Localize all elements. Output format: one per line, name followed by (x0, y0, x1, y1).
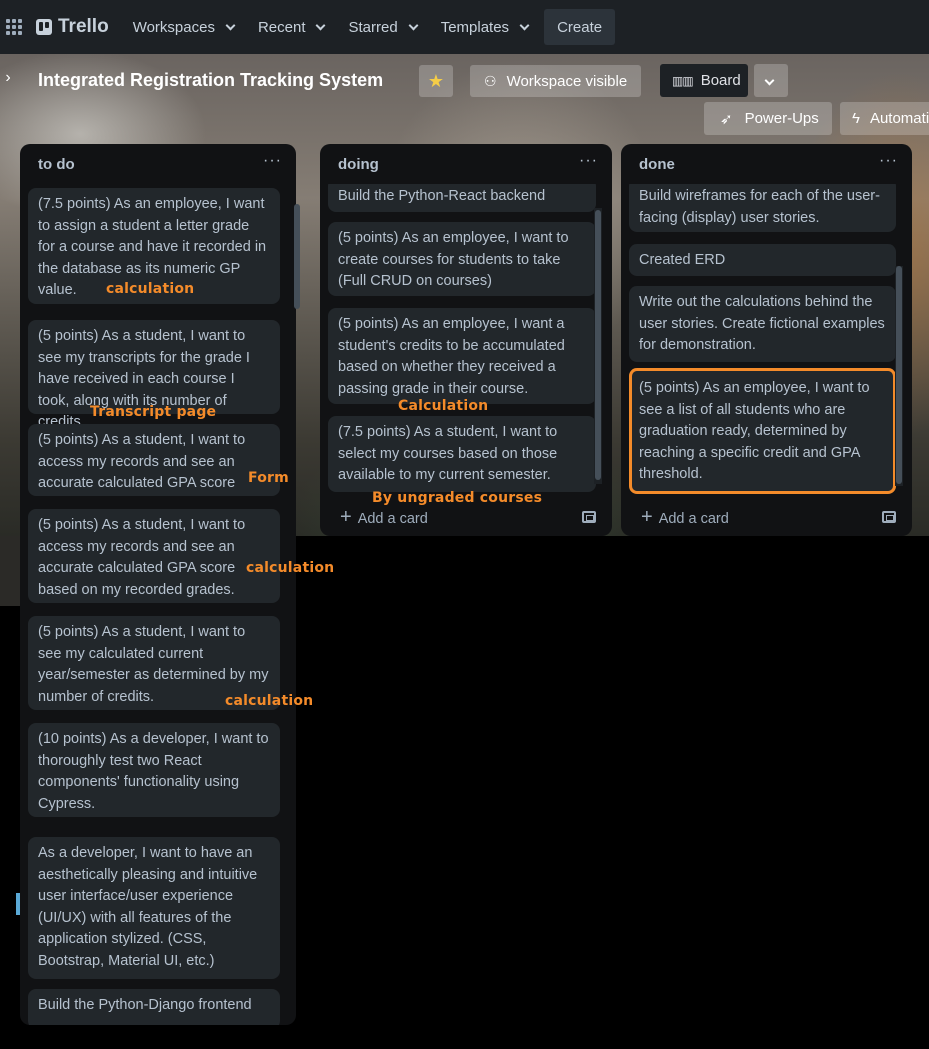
list-doing: doing ··· Build the Python-React backend… (320, 144, 612, 536)
card[interactable]: As a developer, I want to have an aesthe… (28, 837, 280, 979)
card[interactable]: (10 points) As a developer, I want to th… (28, 723, 280, 817)
logo-text: Trello (58, 16, 109, 37)
chevron-down-icon (519, 20, 530, 30)
lightning-icon: ϟ (852, 110, 860, 127)
annotation-calculation: calculation (106, 281, 195, 297)
card-highlighted[interactable]: (5 points) As an employee, I want to see… (629, 368, 896, 494)
card[interactable]: Build the Python-React backend (328, 184, 596, 212)
annotation-calculation: calculation (246, 560, 335, 576)
list-title[interactable]: to do (38, 156, 75, 173)
trello-logo-icon (36, 19, 52, 35)
annotation-transcript-page: Transcript page (90, 404, 217, 420)
create-button[interactable]: Create (544, 9, 616, 45)
annotation-form: Form (248, 470, 289, 486)
app-switcher-icon[interactable] (6, 19, 22, 35)
board-title[interactable]: Integrated Registration Tracking System (38, 70, 383, 91)
nav-starred[interactable]: Starred (336, 9, 428, 45)
rocket-icon: ➶ (720, 110, 733, 128)
card[interactable]: (7.5 points) As a student, I want to sel… (328, 416, 596, 492)
add-card-label: Add a card (357, 510, 428, 527)
card[interactable]: (5 points) As an employee, I want to cre… (328, 222, 596, 296)
card[interactable]: Build wireframes for each of the user-fa… (629, 184, 896, 232)
more-icon[interactable]: ··· (879, 152, 898, 170)
card[interactable]: (5 points) As a student, I want to acces… (28, 509, 280, 603)
view-switcher-button[interactable] (754, 64, 788, 97)
sidebar-expand-icon[interactable]: › (0, 64, 16, 94)
nav-workspaces[interactable]: Workspaces (121, 9, 246, 45)
card-template-icon[interactable] (582, 511, 596, 523)
list-to-do: to do ··· (7.5 points) As an employee, I… (20, 144, 300, 1025)
list-title[interactable]: doing (338, 156, 379, 173)
card[interactable]: (5 points) As an employee, I want a stud… (328, 308, 596, 404)
board-view-button[interactable]: ▥▥ Board (660, 64, 748, 97)
chevron-down-icon (316, 20, 326, 30)
automation-button[interactable]: ϟ Automation (840, 102, 929, 135)
annotation-calculation: calculation (225, 693, 314, 709)
card[interactable]: (5 points) As a student, I want to acces… (28, 424, 280, 496)
list-cards: Build wireframes for each of the user-fa… (629, 184, 904, 496)
nav-starred-label: Starred (348, 18, 398, 36)
list-cards: Build the Python-React backend (5 points… (328, 184, 604, 494)
scrollbar[interactable] (294, 204, 302, 314)
board-icon: ▥▥ (672, 73, 694, 88)
people-icon: ⚇ (484, 72, 497, 89)
nav-templates-label: Templates (440, 18, 510, 36)
automation-label: Automation (869, 110, 929, 127)
list-done: done ··· Build wireframes for each of th… (621, 144, 912, 536)
top-nav: Trello Workspaces Recent Starred Templat… (0, 0, 929, 54)
scrollbar-thumb[interactable] (896, 266, 902, 484)
card[interactable]: Write out the calculations behind the us… (629, 286, 896, 362)
plus-icon: + (340, 506, 352, 528)
nav-workspaces-label: Workspaces (132, 18, 215, 36)
nav-templates[interactable]: Templates (429, 9, 540, 45)
visibility-label: Workspace visible (506, 72, 628, 90)
chevron-down-icon (225, 20, 236, 30)
board-view-label: Board (700, 72, 741, 89)
more-icon[interactable]: ··· (263, 152, 282, 170)
card[interactable]: (5 points) As a student, I want to see m… (28, 320, 280, 430)
list-title[interactable]: done (639, 156, 675, 173)
chevron-down-icon (408, 20, 419, 30)
annotation-by-ungraded-courses: By ungraded courses (372, 490, 543, 506)
star-icon[interactable]: ★ (419, 65, 453, 97)
powerups-label: Power-Ups (744, 110, 819, 127)
scrollbar[interactable] (594, 208, 602, 484)
card-template-icon[interactable] (882, 511, 896, 523)
card[interactable]: Build the Python-Django frontend (28, 989, 280, 1025)
annotation-calculation: Calculation (398, 398, 489, 414)
scrollbar[interactable] (895, 266, 903, 486)
chevron-down-icon (764, 75, 775, 86)
visibility-button[interactable]: ⚇ Workspace visible (470, 65, 642, 97)
powerups-button[interactable]: ➶ Power-Ups (704, 102, 832, 135)
trello-logo[interactable]: Trello (36, 16, 109, 38)
plus-icon: + (641, 506, 653, 528)
scrollbar-thumb[interactable] (595, 210, 601, 480)
nav-recent-label: Recent (257, 18, 306, 36)
more-icon[interactable]: ··· (579, 152, 598, 170)
nav-recent[interactable]: Recent (246, 9, 337, 45)
background-sliver (0, 536, 20, 606)
list-cards: (7.5 points) As an employee, I want to a… (28, 186, 288, 1025)
scrollbar-thumb[interactable] (294, 204, 300, 309)
add-card-button[interactable]: + Add a card (340, 506, 428, 529)
add-card-button[interactable]: + Add a card (641, 506, 729, 529)
add-card-label: Add a card (658, 510, 729, 527)
card[interactable]: Created ERD (629, 244, 896, 276)
